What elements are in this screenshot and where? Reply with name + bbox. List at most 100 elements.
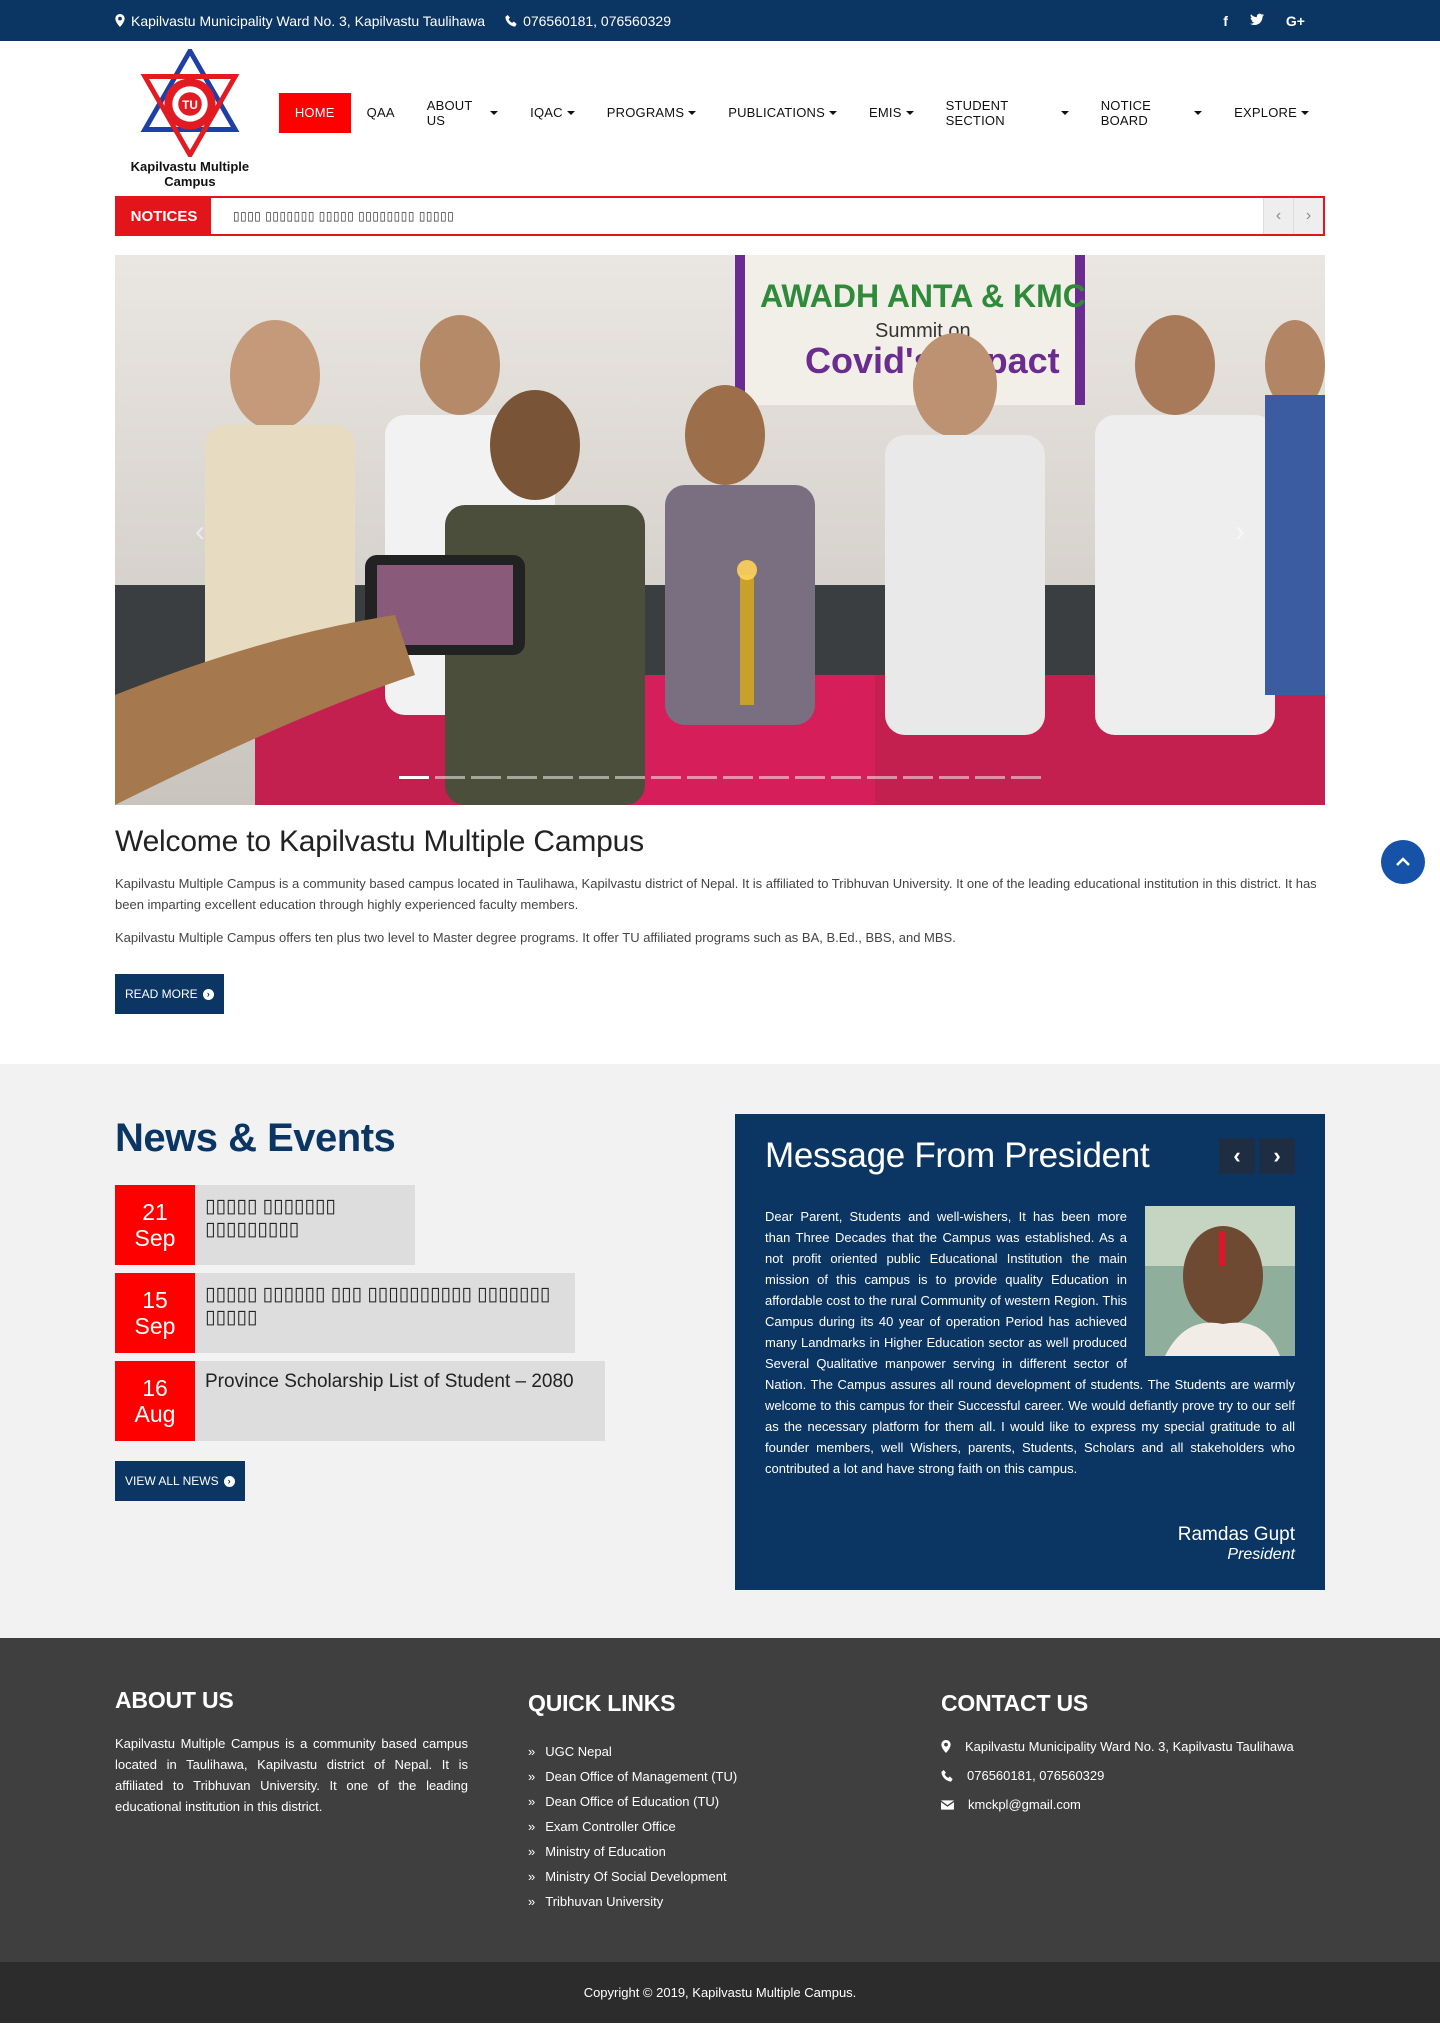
slide-indicator[interactable] [615, 776, 645, 779]
footer-links-title: QUICK LINKS [528, 1690, 676, 1716]
top-bar: Kapilvastu Municipality Ward No. 3, Kapi… [0, 0, 1440, 41]
slide-indicator[interactable] [975, 776, 1005, 779]
nav-about-us[interactable]: ABOUT US [411, 93, 514, 133]
quick-link[interactable]: » Dean Office of Management (TU) [528, 1764, 888, 1789]
view-all-news-button[interactable]: VIEW ALL NEWS › [115, 1461, 245, 1501]
arrow-circle-right-icon: › [202, 988, 214, 1000]
quick-link-label: UGC Nepal [545, 1744, 612, 1759]
chevron-right-icon[interactable]: › [1259, 1138, 1295, 1174]
nav-explore[interactable]: EXPLORE [1218, 93, 1325, 133]
copyright-text: Copyright © 2019, Kapilvastu Multiple Ca… [583, 1985, 857, 2000]
president-signature: Ramdas Gupt President [1178, 1524, 1295, 1564]
logo-name: Kapilvastu Multiple Campus [130, 158, 250, 189]
nav-notice-board[interactable]: NOTICE BOARD [1085, 93, 1218, 133]
double-chevron-right-icon: » [528, 1819, 536, 1834]
news-item[interactable]: 21 Sep ▯▯▯▯▯ ▯▯▯▯▯▯▯ ▯▯▯▯▯▯▯▯▯ [115, 1185, 735, 1265]
notice-next-button[interactable]: › [1293, 198, 1323, 234]
copyright-bar: Copyright © 2019, Kapilvastu Multiple Ca… [0, 1962, 1440, 2023]
quick-link[interactable]: » UGC Nepal [528, 1739, 888, 1764]
slide-indicator[interactable] [435, 776, 465, 779]
nav-programs[interactable]: PROGRAMS [591, 93, 712, 133]
double-chevron-right-icon: » [528, 1744, 536, 1759]
news-item-title[interactable]: ▯▯▯▯▯ ▯▯▯▯▯▯▯ ▯▯▯▯▯▯▯▯▯ [195, 1185, 415, 1265]
quick-link[interactable]: » Dean Office of Education (TU) [528, 1789, 888, 1814]
nav-home[interactable]: HOME [278, 92, 351, 133]
slider-next-icon[interactable]: › [1235, 515, 1245, 549]
read-more-button[interactable]: READ MORE › [115, 974, 224, 1014]
nav-qaa-label: QAA [366, 105, 395, 120]
president-photo [1145, 1206, 1295, 1356]
news-events: News & Events 21 Sep ▯▯▯▯▯ ▯▯▯▯▯▯▯ ▯▯▯▯▯▯… [115, 1114, 735, 1590]
quick-link[interactable]: » Ministry Of Social Development [528, 1864, 888, 1889]
twitter-icon[interactable] [1249, 13, 1264, 26]
arrow-circle-right-icon: › [223, 1475, 235, 1487]
footer-about: ABOUT US Kapilvastu Multiple Campus is a… [115, 1689, 468, 1914]
slide-indicator[interactable] [399, 776, 429, 779]
slide-indicator[interactable] [831, 776, 861, 779]
notice-prev-button[interactable]: ‹ [1263, 198, 1293, 234]
google-plus-icon[interactable]: G+ [1286, 13, 1305, 29]
news-item-title[interactable]: Province Scholarship List of Student – 2… [195, 1361, 605, 1441]
nav-programs-label: PROGRAMS [606, 105, 685, 120]
notice-controls: ‹ › [1263, 198, 1323, 234]
slide-indicator[interactable] [471, 776, 501, 779]
nav-student-section[interactable]: STUDENT SECTION [930, 93, 1085, 133]
nav-iqac[interactable]: IQAC [514, 93, 591, 133]
slide-indicator[interactable] [795, 776, 825, 779]
slide-indicator[interactable] [579, 776, 609, 779]
top-phone-text: 076560181, 076560329 [523, 12, 671, 29]
nav-qaa[interactable]: QAA [351, 93, 411, 133]
quick-link-label: Ministry of Education [545, 1844, 666, 1859]
double-chevron-right-icon: » [528, 1894, 536, 1909]
facebook-icon[interactable]: f [1223, 13, 1228, 29]
slider-prev-icon[interactable]: ‹ [195, 515, 205, 549]
slide-indicator[interactable] [759, 776, 789, 779]
news-item-title[interactable]: ▯▯▯▯▯ ▯▯▯▯▯▯ ▯▯▯ ▯▯▯▯▯▯▯▯▯▯ ▯▯▯▯▯▯▯ ▯▯▯▯… [195, 1273, 575, 1353]
news-item[interactable]: 15 Sep ▯▯▯▯▯ ▯▯▯▯▯▯ ▯▯▯ ▯▯▯▯▯▯▯▯▯▯ ▯▯▯▯▯▯… [115, 1273, 735, 1353]
quick-link-label: Dean Office of Management (TU) [545, 1769, 738, 1784]
chevron-left-icon[interactable]: ‹ [1219, 1138, 1255, 1174]
quick-link-label: Exam Controller Office [545, 1819, 676, 1834]
slide-indicator[interactable] [867, 776, 897, 779]
caret-down-icon [905, 110, 914, 115]
quick-link[interactable]: » Exam Controller Office [528, 1814, 888, 1839]
notice-ticker-text[interactable]: ▯▯▯▯ ▯▯▯▯▯▯▯ ▯▯▯▯▯ ▯▯▯▯▯▯▯▯ ▯▯▯▯▯ [233, 209, 454, 223]
nav-publications[interactable]: PUBLICATIONS [712, 93, 853, 133]
welcome-section: Welcome to Kapilvastu Multiple Campus Ka… [115, 825, 1325, 1014]
welcome-title: Welcome to Kapilvastu Multiple Campus [115, 825, 644, 858]
president-message-title: Message From President [765, 1136, 1150, 1175]
slide-indicator[interactable] [507, 776, 537, 779]
read-more-label: READ MORE [125, 987, 198, 1001]
slide-photo: AWADH ANTA & KMC Summit on Covid's Impac… [115, 255, 1325, 805]
caret-down-icon [490, 110, 499, 115]
news-item[interactable]: 16 Aug Province Scholarship List of Stude… [115, 1361, 735, 1441]
quick-links-list: » UGC Nepal » Dean Office of Management (T… [528, 1739, 888, 1914]
slide-indicator[interactable] [651, 776, 681, 779]
nav-student-label: STUDENT SECTION [945, 97, 1009, 128]
slide-indicator[interactable] [723, 776, 753, 779]
slide-indicator[interactable] [543, 776, 573, 779]
hero-slider: AWADH ANTA & KMC Summit on Covid's Impac… [115, 255, 1325, 805]
slide-indicator[interactable] [1011, 776, 1041, 779]
back-to-top-button[interactable] [1381, 840, 1425, 884]
contact-phone-text: 076560181, 076560329 [967, 1768, 1105, 1783]
news-date: 21 Sep [115, 1185, 195, 1265]
footer-contact-title: CONTACT US [941, 1690, 1089, 1716]
main-nav: HOME QAA ABOUT US IQAC PROGRAMS PUBLICAT… [278, 92, 1325, 133]
contact-email-text[interactable]: kmckpl@gmail.com [968, 1797, 1081, 1812]
notices-label: NOTICES [117, 198, 211, 234]
footer-contact: CONTACT US Kapilvastu Municipality Ward … [941, 1690, 1294, 1914]
quick-link[interactable]: » Tribhuvan University [528, 1889, 888, 1914]
news-date: 15 Sep [115, 1273, 195, 1353]
nav-emis[interactable]: EMIS [853, 93, 930, 133]
slide-indicator[interactable] [687, 776, 717, 779]
quick-link[interactable]: » Ministry of Education [528, 1839, 888, 1864]
view-all-label: VIEW ALL NEWS [125, 1474, 219, 1488]
slide-indicator[interactable] [939, 776, 969, 779]
top-address: Kapilvastu Municipality Ward No. 3, Kapi… [115, 13, 485, 29]
slide-indicator[interactable] [903, 776, 933, 779]
contact-email: kmckpl@gmail.com [941, 1797, 1294, 1812]
campus-logo[interactable]: TU Kapilvastu Multiple Campus [127, 48, 253, 189]
nav-home-label: HOME [294, 105, 335, 120]
double-chevron-right-icon: » [528, 1869, 536, 1884]
